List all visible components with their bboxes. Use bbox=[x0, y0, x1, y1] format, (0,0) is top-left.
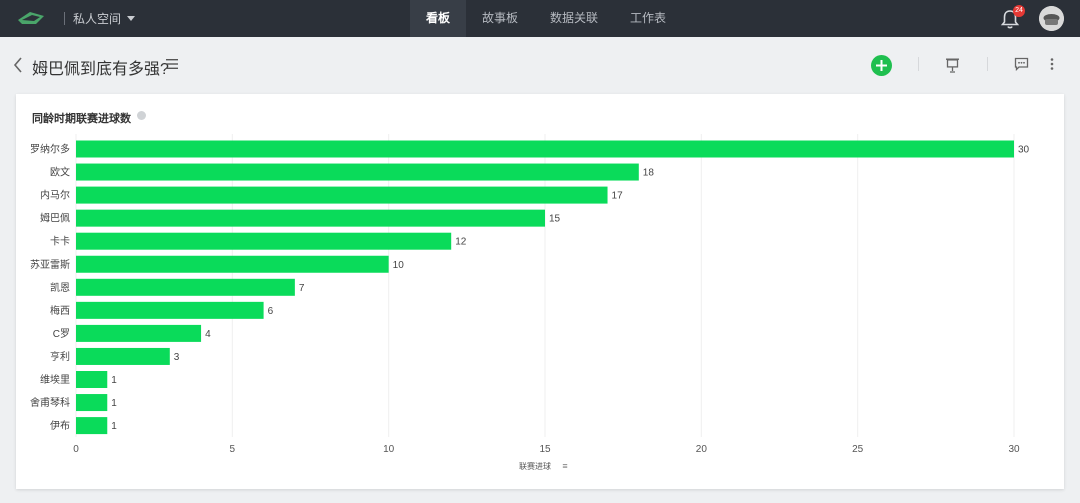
bar bbox=[76, 301, 264, 319]
bar bbox=[76, 347, 170, 365]
category-label: 内马尔 bbox=[40, 189, 70, 202]
comment-icon[interactable] bbox=[1014, 57, 1029, 71]
bar-chart: 罗纳尔多 30欧文 18内马尔 17姆巴佩 15卡卡 12苏亚雷斯 10凯恩 7梅西 6C罗 4亨… bbox=[30, 134, 1030, 471]
bar bbox=[76, 232, 452, 250]
tab-dashboard[interactable]: 看板 bbox=[410, 0, 467, 37]
tab-data-relations[interactable]: 数据关联 bbox=[534, 0, 614, 37]
data-label: 6 bbox=[268, 306, 274, 317]
x-tick-label: 20 bbox=[696, 444, 708, 455]
category-label: 维埃里 bbox=[40, 373, 70, 386]
bar bbox=[76, 278, 295, 296]
data-label: 4 bbox=[205, 329, 211, 340]
data-label: 12 bbox=[455, 237, 467, 248]
header-divider bbox=[918, 57, 919, 71]
tab-storyboard[interactable]: 故事板 bbox=[466, 0, 534, 37]
x-tick-label: 30 bbox=[1008, 444, 1020, 455]
avatar[interactable] bbox=[1039, 6, 1064, 31]
bar bbox=[76, 140, 1014, 158]
category-label: 欧文 bbox=[50, 166, 70, 179]
category-label: C罗 bbox=[53, 328, 70, 340]
top-navigation-bar: 私人空间 看板 故事板 数据关联 工作表 24 bbox=[0, 0, 1080, 37]
add-icon bbox=[876, 60, 887, 71]
back-chevron-icon[interactable] bbox=[12, 56, 26, 74]
data-label: 7 bbox=[299, 283, 305, 294]
x-tick-label: 5 bbox=[230, 444, 236, 455]
workspace-label: 私人空间 bbox=[73, 12, 122, 26]
add-button[interactable] bbox=[871, 55, 892, 76]
avatar-image bbox=[1039, 6, 1064, 31]
data-label: 10 bbox=[393, 260, 405, 271]
category-label: 卡卡 bbox=[50, 235, 70, 248]
category-label: 苏亚雷斯 bbox=[30, 258, 70, 271]
bar bbox=[76, 186, 608, 204]
data-label: 3 bbox=[174, 352, 180, 363]
menu-icon[interactable] bbox=[165, 58, 179, 70]
category-label: 亨利 bbox=[50, 350, 70, 363]
topbar-divider bbox=[64, 12, 65, 25]
logo-icon[interactable] bbox=[16, 8, 46, 28]
main-tabs: 看板 故事板 数据关联 工作表 bbox=[410, 0, 682, 37]
x-axis-title: 联赛进球 bbox=[519, 461, 551, 471]
x-tick-label: 15 bbox=[539, 444, 551, 455]
bar bbox=[76, 209, 545, 227]
x-tick-label: 10 bbox=[383, 444, 395, 455]
bar bbox=[76, 417, 108, 435]
data-label: 17 bbox=[612, 191, 624, 202]
x-tick-label: 0 bbox=[73, 444, 79, 455]
data-label: 1 bbox=[111, 398, 117, 409]
bar bbox=[76, 371, 108, 388]
category-label: 舍甫琴科 bbox=[30, 396, 70, 409]
category-label: 姆巴佩 bbox=[40, 212, 70, 225]
chevron-down-icon bbox=[127, 16, 136, 21]
presentation-icon[interactable] bbox=[945, 57, 960, 73]
bar bbox=[76, 163, 639, 181]
chart-card: 同龄时期联赛进球数 罗纳尔多 30 欧文 18 内马尔 17 姆巴佩 15 卡卡 12 苏亚雷斯 10… bbox=[16, 94, 1064, 489]
sort-icon: ≡ bbox=[562, 461, 567, 471]
bar bbox=[76, 394, 108, 412]
workspace-selector[interactable]: 私人空间 bbox=[73, 10, 136, 27]
notification-badge: 24 bbox=[1013, 5, 1025, 17]
data-label: 1 bbox=[111, 375, 117, 386]
data-label: 1 bbox=[111, 421, 117, 432]
category-label: 罗纳尔多 bbox=[30, 143, 70, 156]
x-tick-label: 25 bbox=[852, 444, 864, 455]
category-label: 伊布 bbox=[50, 420, 70, 432]
page-title: 姆巴佩到底有多强? bbox=[32, 61, 169, 78]
data-label: 18 bbox=[643, 168, 655, 179]
more-icon[interactable] bbox=[1048, 57, 1056, 71]
category-label: 梅西 bbox=[50, 304, 70, 317]
tab-worksheet[interactable]: 工作表 bbox=[614, 0, 682, 37]
category-label: 凯恩 bbox=[50, 281, 70, 294]
header-divider bbox=[987, 57, 988, 71]
data-label: 15 bbox=[549, 214, 561, 225]
bar bbox=[76, 255, 389, 273]
bar bbox=[76, 324, 202, 342]
data-label: 30 bbox=[1018, 145, 1030, 156]
